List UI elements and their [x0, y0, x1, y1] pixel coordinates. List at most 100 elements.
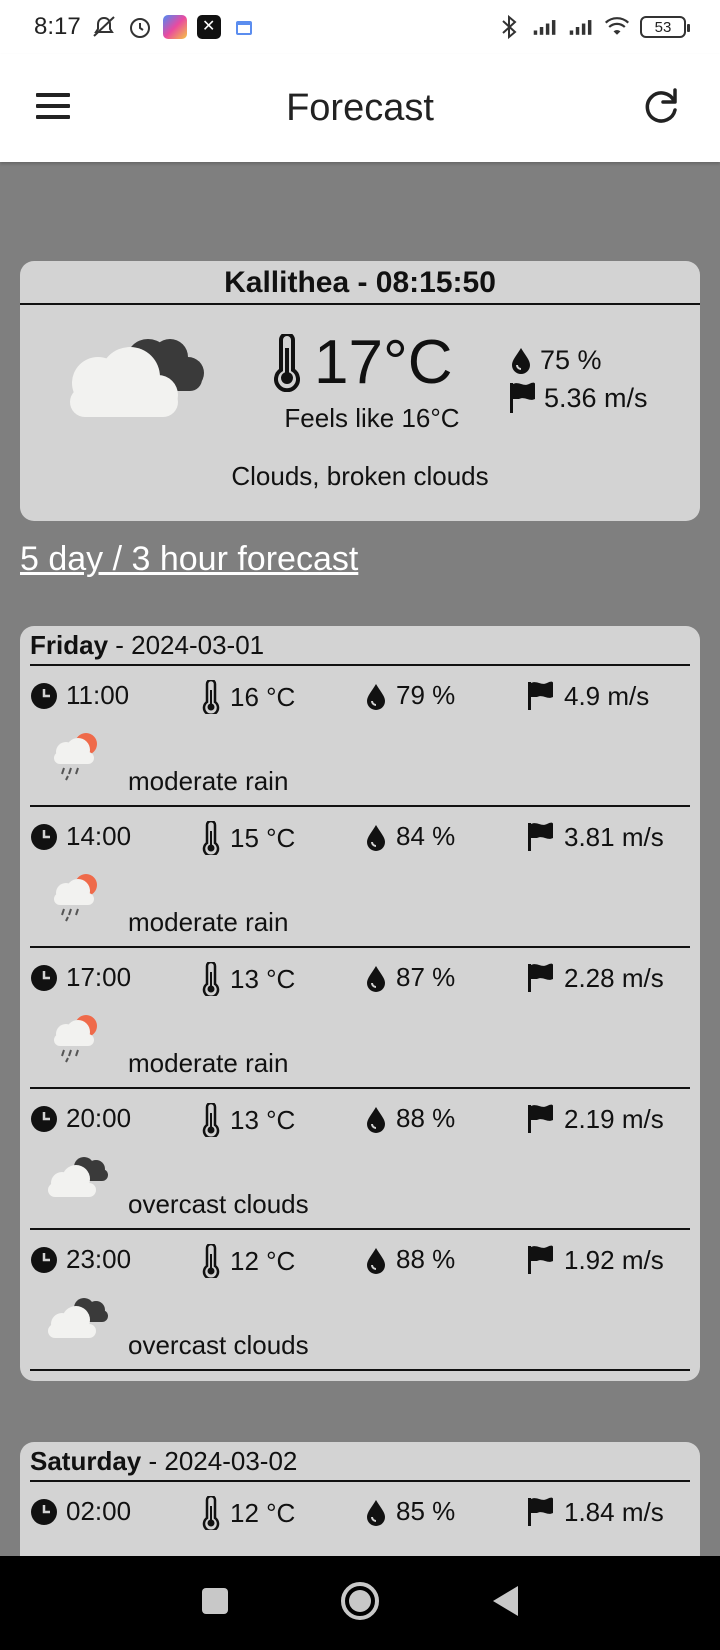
app-icon	[162, 15, 187, 39]
slot-description: overcast clouds	[128, 1330, 309, 1360]
battery-icon: 53	[640, 16, 690, 38]
page-title: Forecast	[286, 86, 434, 129]
slot-time: 17:00	[66, 962, 132, 992]
overcast-clouds-icon	[44, 1151, 112, 1205]
calendar-icon	[231, 14, 257, 40]
slot-humidity: 85 %	[396, 1496, 456, 1526]
signal-icon	[532, 14, 558, 40]
wifi-icon	[604, 14, 630, 40]
system-nav-bar	[0, 1556, 720, 1650]
forecast-link[interactable]: 5 day / 3 hour forecast	[20, 540, 358, 579]
thermometer-icon	[202, 680, 220, 714]
drop-icon	[367, 965, 385, 992]
flag-icon	[528, 1245, 553, 1274]
rain-icon	[44, 869, 112, 923]
refresh-icon[interactable]	[638, 84, 684, 130]
slot-time: 02:00	[66, 1496, 132, 1526]
broken-clouds-icon	[50, 331, 210, 431]
forecast-slot: 11:00 16 °C 79 % 4.9 m/s moderate rain	[30, 666, 690, 807]
clock-icon	[31, 1498, 57, 1525]
humidity-value: 75 %	[540, 344, 602, 375]
slot-description: moderate rain	[128, 1048, 289, 1078]
clock-icon	[31, 823, 57, 850]
drop-icon	[367, 1247, 385, 1274]
clock-icon	[31, 682, 57, 709]
feels-like: Feels like 16°C	[284, 403, 460, 433]
slot-temp: 12 °C	[230, 1245, 296, 1276]
slot-humidity: 88 %	[396, 1244, 456, 1274]
flag-icon	[528, 963, 553, 992]
slot-temp: 13 °C	[230, 963, 296, 994]
rain-icon	[44, 728, 112, 782]
slot-wind: 2.19 m/s	[564, 1103, 664, 1134]
drop-icon	[367, 824, 385, 851]
slot-description: moderate rain	[128, 907, 289, 937]
thermometer-icon	[202, 821, 220, 855]
slot-temp: 15 °C	[230, 822, 296, 853]
slot-humidity: 79 %	[396, 680, 456, 710]
day-date: - 2024-03-01	[108, 630, 265, 660]
thermometer-icon	[202, 962, 220, 996]
slot-wind: 3.81 m/s	[564, 821, 664, 852]
app-bar: Forecast	[0, 54, 720, 162]
flag-icon	[528, 681, 553, 710]
flag-icon	[528, 1104, 553, 1133]
slot-humidity: 88 %	[396, 1103, 456, 1133]
thermometer-icon	[202, 1244, 220, 1278]
drop-icon	[367, 1499, 385, 1526]
drop-icon	[512, 348, 530, 374]
clock-icon	[31, 1246, 57, 1273]
clock-icon	[31, 964, 57, 991]
x-icon: ✕	[196, 15, 221, 39]
overcast-clouds-icon	[44, 1292, 112, 1346]
slot-wind: 2.28 m/s	[564, 962, 664, 993]
slot-time: 23:00	[66, 1244, 132, 1274]
flag-icon	[528, 822, 553, 851]
thermometer-icon	[202, 1496, 220, 1530]
current-weather-card: Kallithea - 08:15:50 17°C Feels like 16°…	[20, 261, 700, 521]
day-name: Friday	[30, 630, 109, 660]
mute-icon	[91, 14, 117, 40]
wind-value: 5.36 m/s	[544, 382, 648, 413]
day-header: Friday - 2024-03-01	[30, 626, 690, 666]
current-temperature: 17°C	[270, 327, 453, 398]
signal-icon	[568, 14, 594, 40]
slot-wind: 1.92 m/s	[564, 1244, 664, 1275]
slot-wind: 4.9 m/s	[564, 680, 650, 711]
slot-wind: 1.84 m/s	[564, 1496, 664, 1527]
recents-button[interactable]	[200, 1586, 230, 1621]
weather-description: Clouds, broken clouds	[231, 461, 489, 491]
status-time: 8:17	[34, 13, 81, 40]
forecast-day-card: Friday - 2024-03-01 11:00 16 °C 79 % 4.9…	[20, 626, 700, 1381]
rain-icon	[44, 1010, 112, 1064]
slot-description: moderate rain	[128, 766, 289, 796]
hamburger-menu-icon[interactable]	[36, 84, 76, 128]
forecast-slot: 14:00 15 °C 84 % 3.81 m/s moderate rain	[30, 807, 690, 948]
status-bar: 8:17 ✕ 53	[0, 0, 720, 54]
bluetooth-icon	[496, 14, 522, 40]
slot-humidity: 87 %	[396, 962, 456, 992]
drop-icon	[367, 1106, 385, 1133]
day-header: Saturday - 2024-03-02	[30, 1442, 690, 1482]
slot-time: 20:00	[66, 1103, 132, 1133]
slot-temp: 13 °C	[230, 1104, 296, 1135]
slot-humidity: 84 %	[396, 821, 456, 851]
flag-icon	[528, 1497, 553, 1526]
forecast-slot: 23:00 12 °C 88 % 1.92 m/s overcast cloud…	[30, 1230, 690, 1371]
drop-icon	[367, 683, 385, 710]
home-button[interactable]	[340, 1581, 380, 1626]
thermometer-icon	[274, 333, 300, 392]
day-name: Saturday	[30, 1446, 142, 1476]
slot-time: 14:00	[66, 821, 132, 851]
slot-temp: 16 °C	[230, 681, 296, 712]
day-date: - 2024-03-02	[141, 1446, 298, 1476]
forecast-slot: 17:00 13 °C 87 % 2.28 m/s moderate rain	[30, 948, 690, 1089]
slot-description: overcast clouds	[128, 1189, 309, 1219]
thermometer-icon	[202, 1103, 220, 1137]
location-time: Kallithea - 08:15:50	[20, 261, 700, 305]
temperature-value: 17°C	[314, 328, 453, 397]
clock-icon	[31, 1105, 57, 1132]
flag-icon	[510, 382, 535, 413]
back-button[interactable]	[490, 1584, 520, 1623]
alarm-icon	[127, 14, 153, 40]
